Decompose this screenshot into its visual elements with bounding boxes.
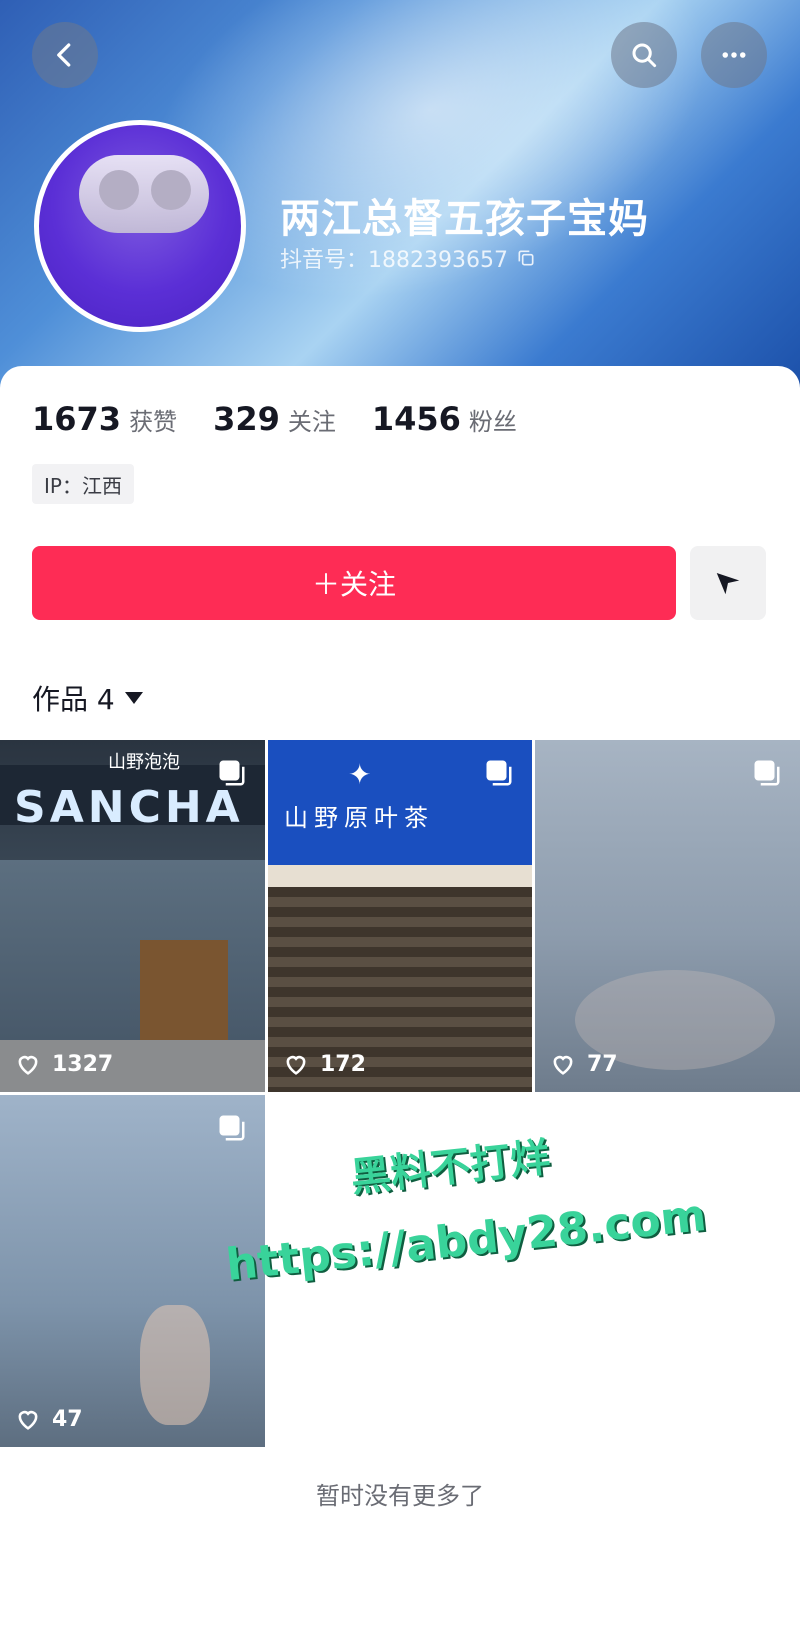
avatar[interactable] bbox=[34, 120, 246, 332]
storefront-door bbox=[140, 940, 228, 1050]
heart-icon bbox=[18, 1410, 38, 1430]
stat-number: 1456 bbox=[371, 400, 461, 438]
like-number: 172 bbox=[320, 1051, 366, 1077]
end-of-list-note: 暂时没有更多了 bbox=[316, 1482, 484, 1510]
multi-image-icon bbox=[486, 760, 512, 786]
stat-followers[interactable]: 1456 粉丝 bbox=[372, 400, 517, 438]
chevron-left-icon bbox=[57, 43, 71, 67]
heart-icon bbox=[286, 1055, 306, 1075]
follow-button[interactable]: ＋关注 bbox=[32, 546, 676, 620]
profile-banner: 两江总督五孩子宝妈 抖音号：1882393657 bbox=[0, 0, 800, 400]
video-thumbnail[interactable]: 山野泡泡 SANCHA 1327 bbox=[0, 740, 265, 1092]
like-count: 77 bbox=[549, 1050, 618, 1078]
like-number: 77 bbox=[587, 1051, 618, 1077]
stat-label: 粉丝 bbox=[468, 408, 517, 436]
like-number: 47 bbox=[52, 1406, 83, 1432]
multi-image-icon bbox=[219, 1115, 245, 1141]
more-dots-icon bbox=[722, 52, 746, 58]
like-count: 1327 bbox=[14, 1050, 113, 1078]
heart-icon bbox=[553, 1055, 573, 1075]
sign-brand: 山野泡泡 bbox=[108, 752, 180, 773]
works-tab-label: 作品 4 bbox=[32, 683, 115, 716]
copy-icon[interactable] bbox=[516, 248, 536, 268]
video-thumbnail[interactable]: ✦ 山野原叶茶 172 bbox=[268, 740, 532, 1092]
search-button[interactable] bbox=[611, 22, 677, 88]
like-count: 172 bbox=[282, 1050, 366, 1078]
sign-logo: ✦ bbox=[348, 758, 372, 791]
stat-following[interactable]: 329 关注 bbox=[213, 400, 336, 438]
ip-location-tag: IP：江西 bbox=[32, 464, 134, 504]
tab-works[interactable]: 作品 4 bbox=[32, 678, 143, 718]
sign-text: SANCHA bbox=[14, 782, 244, 833]
douyin-id: 抖音号：1882393657 bbox=[280, 248, 508, 273]
stat-number: 329 bbox=[213, 400, 280, 438]
sign-text: 山野原叶茶 bbox=[284, 804, 434, 832]
more-button[interactable] bbox=[701, 22, 767, 88]
multi-image-icon bbox=[219, 760, 245, 786]
caret-down-icon bbox=[124, 692, 143, 704]
stat-label: 获赞 bbox=[129, 408, 178, 436]
sky-cloud bbox=[140, 1305, 210, 1425]
douyin-id-row[interactable]: 抖音号：1882393657 bbox=[280, 242, 536, 274]
video-thumbnail[interactable]: 77 bbox=[535, 740, 800, 1092]
stat-label: 关注 bbox=[287, 408, 336, 436]
multi-image-icon bbox=[754, 760, 780, 786]
send-icon bbox=[716, 573, 740, 595]
back-button[interactable] bbox=[32, 22, 98, 88]
like-number: 1327 bbox=[52, 1051, 114, 1077]
avatar-shape bbox=[151, 170, 191, 210]
stat-number: 1673 bbox=[32, 400, 122, 438]
avatar-shape bbox=[99, 170, 139, 210]
message-button[interactable] bbox=[690, 546, 766, 620]
video-thumbnail[interactable]: 47 bbox=[0, 1095, 265, 1447]
profile-nickname: 两江总督五孩子宝妈 bbox=[280, 196, 649, 242]
ceiling-strip bbox=[268, 865, 532, 887]
like-count: 47 bbox=[14, 1405, 83, 1433]
heart-icon bbox=[18, 1055, 38, 1075]
stat-likes[interactable]: 1673 获赞 bbox=[32, 400, 177, 438]
profile-stats: 1673 获赞 329 关注 1456 粉丝 bbox=[32, 400, 517, 438]
search-icon bbox=[632, 43, 657, 68]
